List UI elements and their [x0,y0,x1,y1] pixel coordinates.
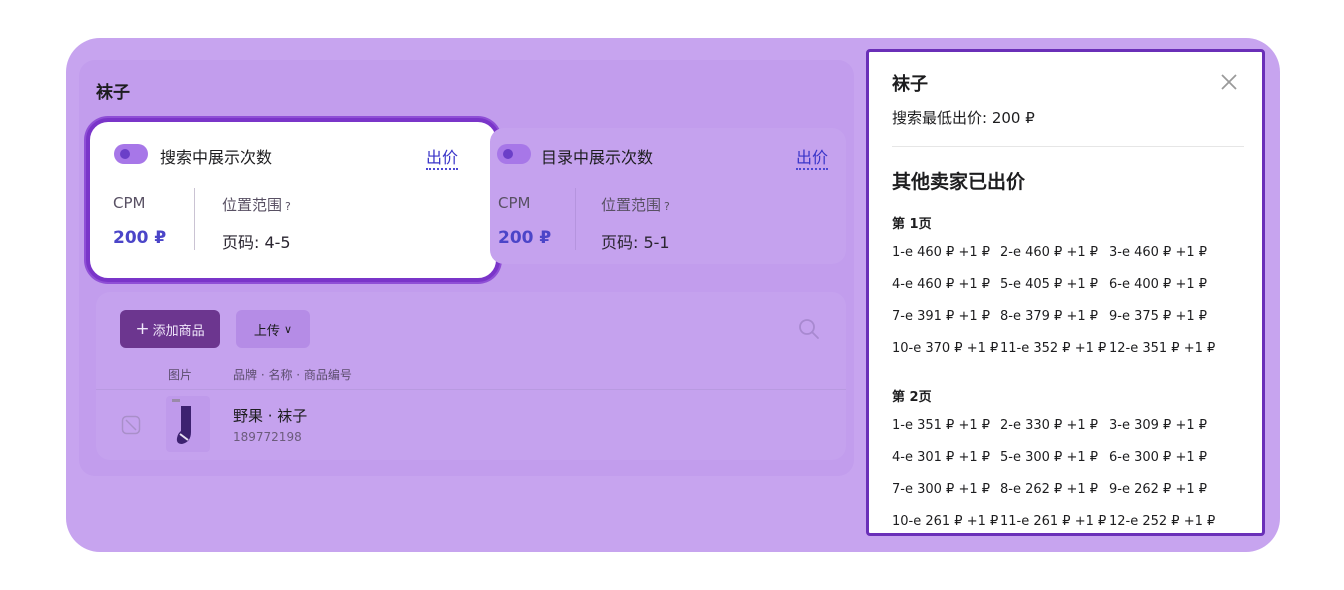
bid-entry: 11-e 352 ₽ +1 ₽ [1000,341,1107,356]
page-1-label: 第 1页 [892,217,932,232]
catalog-pages-value: 页码: 5-1 [601,233,670,252]
row-divider [96,389,846,390]
bid-entry: 6-e 300 ₽ +1 ₽ [1109,450,1208,465]
column-header-image: 图片 [168,368,193,382]
catalog-bid-link[interactable]: 出价 [796,144,829,170]
bid-entry: 4-e 460 ₽ +1 ₽ [892,277,991,292]
bid-entry: 9-e 375 ₽ +1 ₽ [1109,309,1208,324]
product-name: 野果 · 袜子 [233,407,308,425]
bid-entry: 4-e 301 ₽ +1 ₽ [892,450,991,465]
bids-drawer: 袜子 搜索最低出价: 200 ₽ 其他卖家已出价 第 1页 1-e 460 ₽ … [866,49,1265,536]
catalog-range-label: 位置范围? [601,196,670,214]
bid-entry: 1-e 460 ₽ +1 ₽ [892,245,991,260]
bid-entry: 7-e 300 ₽ +1 ₽ [892,482,991,497]
bid-entry: 10-e 261 ₽ +1 ₽ [892,514,999,529]
upload-button[interactable]: 上传 ∨ [236,310,310,348]
search-range-label: 位置范围? [222,196,291,214]
divider [892,146,1244,147]
bid-entry: 2-e 330 ₽ +1 ₽ [1000,418,1099,433]
search-impressions-panel [86,118,500,282]
catalog-impressions-heading: 目录中展示次数 [541,148,654,167]
drawer-title: 袜子 [892,74,928,95]
chevron-down-icon: ∨ [284,322,293,336]
search-cpm-label: CPM [113,194,146,212]
catalog-cpm-label: CPM [498,194,531,212]
bid-entry: 5-e 405 ₽ +1 ₽ [1000,277,1099,292]
bid-entry: 3-e 309 ₽ +1 ₽ [1109,418,1208,433]
bid-entry: 5-e 300 ₽ +1 ₽ [1000,450,1099,465]
row-checkbox-disabled[interactable] [121,415,141,439]
other-bids-heading: 其他卖家已出价 [892,171,1026,193]
divider [575,188,576,250]
bid-entry: 6-e 400 ₽ +1 ₽ [1109,277,1208,292]
search-pages-value: 页码: 4-5 [222,233,291,252]
bid-entry: 1-e 351 ₽ +1 ₽ [892,418,991,433]
catalog-impressions-toggle[interactable] [497,144,531,164]
bid-entry: 9-e 262 ₽ +1 ₽ [1109,482,1208,497]
page-2-label: 第 2页 [892,390,932,405]
search-bid-link[interactable]: 出价 [426,144,459,170]
bid-entry: 7-e 391 ₽ +1 ₽ [892,309,991,324]
column-header-info: 品牌 · 名称 · 商品编号 [233,368,352,382]
bid-entry: 12-e 351 ₽ +1 ₽ [1109,341,1216,356]
product-id: 189772198 [233,430,302,444]
page-title: 袜子 [96,83,130,103]
search-impressions-toggle[interactable] [114,144,148,164]
help-icon[interactable]: ? [285,200,291,213]
bid-entry: 12-e 252 ₽ +1 ₽ [1109,514,1216,529]
bid-entry: 8-e 379 ₽ +1 ₽ [1000,309,1099,324]
add-product-button[interactable]: + 添加商品 [120,310,220,348]
bid-entry: 3-e 460 ₽ +1 ₽ [1109,245,1208,260]
bid-entry: 2-e 460 ₽ +1 ₽ [1000,245,1099,260]
close-icon[interactable] [1219,72,1239,96]
bid-entry: 8-e 262 ₽ +1 ₽ [1000,482,1099,497]
min-bid-text: 搜索最低出价: 200 ₽ [892,109,1035,127]
search-icon[interactable] [798,318,820,344]
bid-entry: 10-e 370 ₽ +1 ₽ [892,341,999,356]
bid-entry: 11-e 261 ₽ +1 ₽ [1000,514,1107,529]
product-image [166,396,210,452]
search-cpm-value: 200 ₽ [113,228,167,248]
help-icon[interactable]: ? [664,200,670,213]
divider [194,188,195,250]
plus-icon: + [135,319,150,339]
catalog-cpm-value: 200 ₽ [498,228,552,248]
search-impressions-heading: 搜索中展示次数 [160,148,273,167]
